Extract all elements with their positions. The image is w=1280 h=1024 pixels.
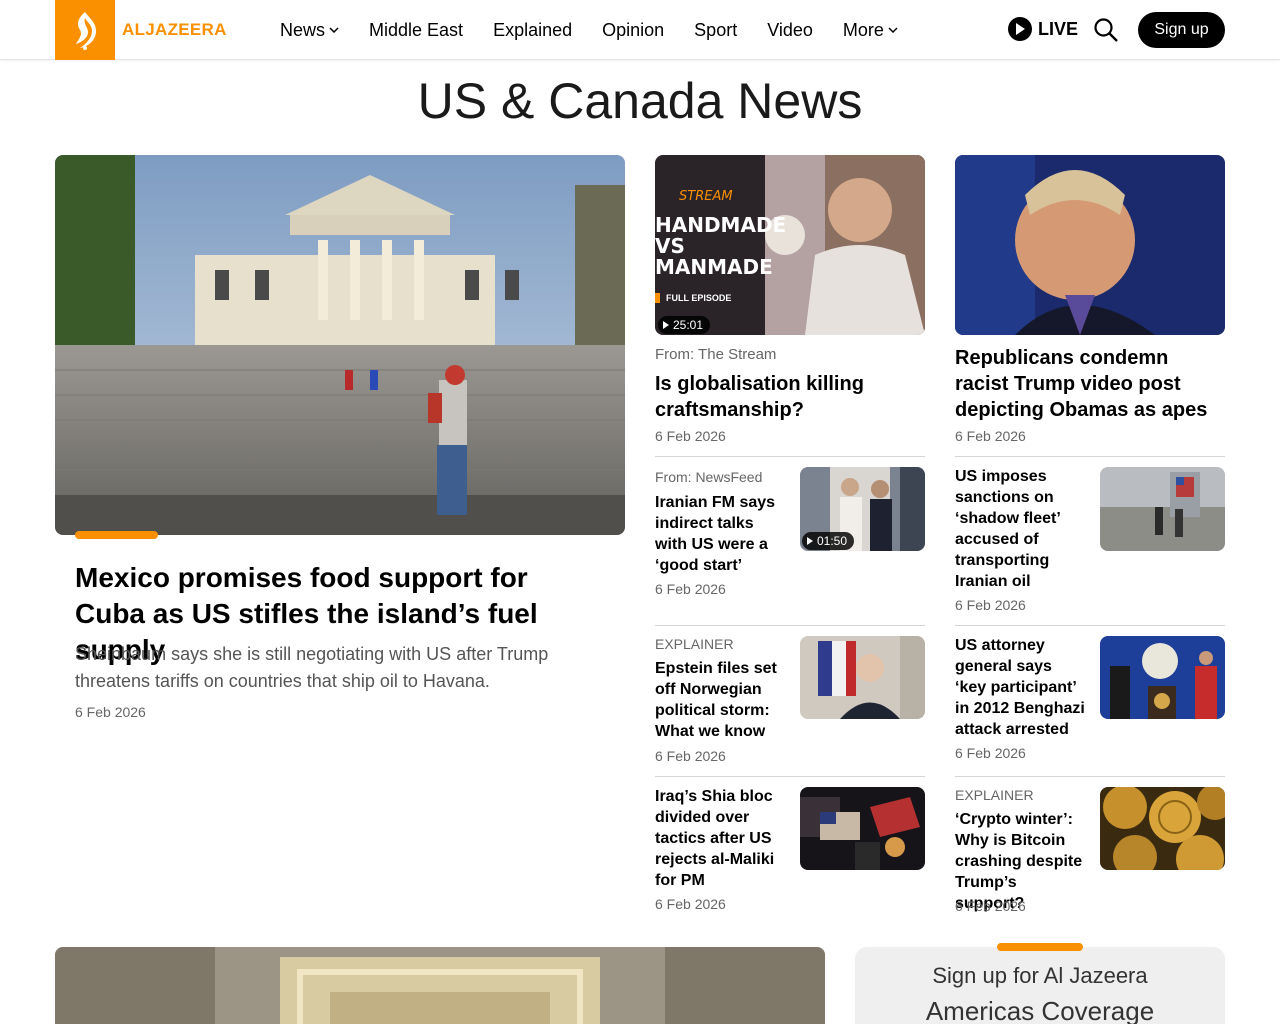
svg-text:STREAM: STREAM <box>679 189 733 204</box>
hero-date: 6 Feb 2026 <box>75 704 146 720</box>
article-image[interactable] <box>955 155 1225 335</box>
nav-sport[interactable]: Sport <box>694 20 737 41</box>
divider <box>655 776 925 777</box>
newsletter-accent-bar <box>997 943 1083 951</box>
article-source: From: The Stream <box>655 346 777 363</box>
article-date: 6 Feb 2026 <box>655 581 726 597</box>
newsletter-subheading: Americas Coverage <box>925 996 1155 1024</box>
article-thumbnail[interactable] <box>1100 787 1225 870</box>
search-icon[interactable] <box>1093 17 1119 43</box>
nav-video[interactable]: Video <box>767 20 813 41</box>
article-thumbnail[interactable] <box>800 787 925 870</box>
article-date: 6 Feb 2026 <box>655 428 726 444</box>
article-headline[interactable]: US attorney general says ‘key participan… <box>955 635 1085 740</box>
thumb-text-line: HANDMADE <box>655 213 787 237</box>
signup-button[interactable]: Sign up <box>1138 12 1225 48</box>
hero-summary: Sheinbaum says she is still negotiating … <box>75 644 549 691</box>
nav-explained[interactable]: Explained <box>493 20 572 41</box>
divider <box>955 625 1225 626</box>
thumb-text-line: MANMADE <box>655 255 773 279</box>
article-source: From: NewsFeed <box>655 469 763 485</box>
nav-label: Sport <box>694 19 738 40</box>
article-headline[interactable]: Republicans condemn racist Trump video p… <box>955 345 1220 423</box>
live-button[interactable]: LIVE <box>1008 17 1078 41</box>
nav-label: News <box>280 19 326 40</box>
article-date: 6 Feb 2026 <box>955 597 1026 613</box>
site-header: ALJAZEERA News Middle East Explained Opi… <box>0 0 1280 60</box>
live-label: LIVE <box>1038 18 1079 39</box>
main-nav: News Middle East Explained Opinion Sport… <box>280 0 928 60</box>
aljazeera-logo-icon[interactable] <box>55 0 115 60</box>
chevron-down-icon <box>329 27 339 33</box>
article-image[interactable] <box>55 947 825 1024</box>
chevron-down-icon <box>888 27 898 33</box>
nav-news[interactable]: News <box>280 20 339 41</box>
article-thumbnail[interactable] <box>800 636 925 719</box>
divider <box>655 625 925 626</box>
article-date: 6 Feb 2026 <box>955 428 1026 444</box>
nav-label: More <box>842 19 884 40</box>
divider <box>955 776 1225 777</box>
play-icon <box>807 537 813 545</box>
thumb-text-line: VS <box>655 234 685 258</box>
article-date: 6 Feb 2026 <box>655 896 726 912</box>
article-date: 6 Feb 2026 <box>955 745 1026 761</box>
article-thumbnail[interactable] <box>1100 636 1225 719</box>
article-thumbnail[interactable] <box>1100 467 1225 551</box>
video-duration: 25:01 <box>673 318 704 332</box>
article-headline[interactable]: US imposes sanctions on ‘shadow fleet’ a… <box>955 466 1085 592</box>
video-duration-badge: 25:01 <box>658 316 711 334</box>
article-headline[interactable]: Epstein files set off Norwegian politica… <box>655 658 790 742</box>
video-thumbnail[interactable]: STREAM HANDMADE VS MANMADE FULL EPISODE … <box>655 155 925 335</box>
nav-label: Opinion <box>602 19 665 40</box>
divider <box>955 456 1225 457</box>
nav-opinion[interactable]: Opinion <box>602 20 664 41</box>
hero-accent-bar <box>75 531 158 539</box>
logo-wordmark[interactable]: ALJAZEERA <box>122 20 227 40</box>
nav-label: Middle East <box>369 19 464 40</box>
article-kicker: EXPLAINER <box>655 636 734 652</box>
play-icon <box>663 321 669 329</box>
article-headline[interactable]: Iraq’s Shia bloc divided over tactics af… <box>655 786 790 891</box>
video-duration: 01:50 <box>817 534 848 548</box>
article-headline[interactable]: Is globalisation killing craftsmanship? <box>655 371 915 423</box>
play-icon <box>1008 17 1032 41</box>
divider <box>655 456 925 457</box>
article-date: 6 Feb 2026 <box>655 748 726 764</box>
episode-badge: FULL EPISODE <box>655 293 731 303</box>
video-duration-badge: 01:50 <box>802 532 855 550</box>
article-headline[interactable]: Iranian FM says indirect talks with US w… <box>655 492 790 576</box>
nav-label: Explained <box>493 19 573 40</box>
nav-label: Video <box>767 19 813 40</box>
article-kicker: EXPLAINER <box>955 787 1034 803</box>
hero-image[interactable] <box>55 155 625 535</box>
article-thumbnail[interactable]: 01:50 <box>800 467 925 551</box>
episode-badge-label: FULL EPISODE <box>666 293 732 303</box>
newsletter-heading: Sign up for Al Jazeera <box>932 963 1148 988</box>
article-date: 6 Feb 2026 <box>955 898 1026 914</box>
nav-more[interactable]: More <box>843 20 898 41</box>
page-title: US & Canada News <box>417 73 863 129</box>
nav-middle-east[interactable]: Middle East <box>369 20 463 41</box>
